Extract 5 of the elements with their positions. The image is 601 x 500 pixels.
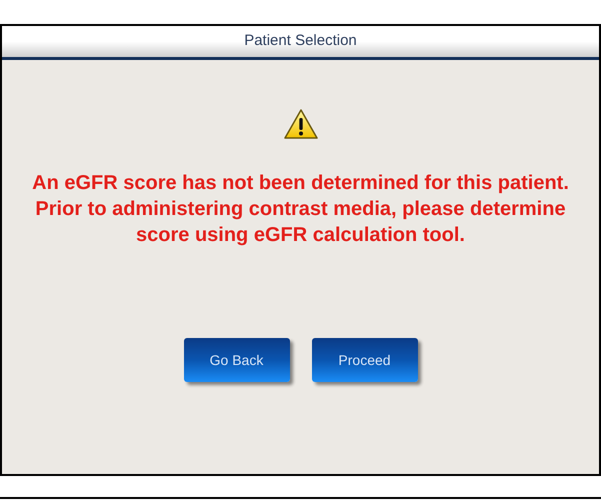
window-title: Patient Selection xyxy=(244,31,357,52)
dialog-button[interactable]: Go Back xyxy=(184,338,290,382)
alert-message: An eGFR score has not been determined for this patient. Prior to administering contrast media, please determine score using eGFR calculation tool. xyxy=(31,171,570,248)
dialog-button[interactable]: Proceed xyxy=(312,338,418,382)
warning-icon xyxy=(282,108,318,140)
